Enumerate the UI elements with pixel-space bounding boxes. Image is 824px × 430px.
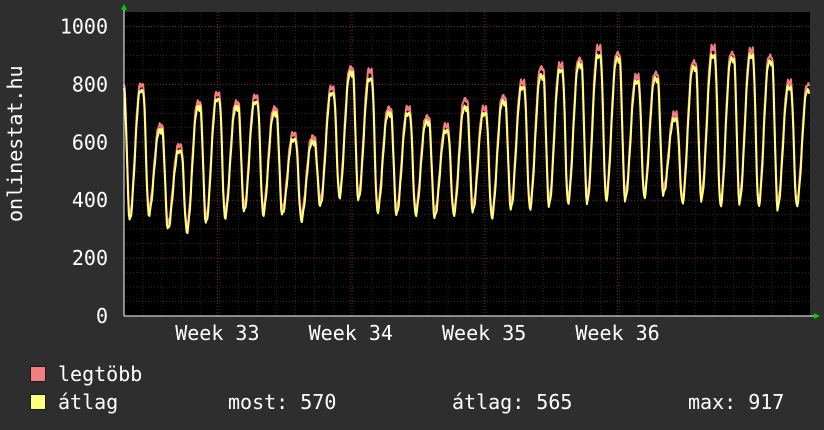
stat-maximum: max: 917 — [688, 390, 785, 414]
y-tick-label: 0 — [96, 304, 108, 328]
stat-average: átlag: 565 — [452, 390, 573, 414]
x-tick-label: Week 36 — [575, 321, 659, 345]
legend-label-max: legtöbb — [58, 362, 143, 386]
y-tick-label: 400 — [72, 188, 108, 212]
x-axis-arrow — [814, 313, 820, 319]
y-tick-label: 200 — [72, 246, 108, 270]
stat-current: most: 570 — [228, 390, 337, 414]
legend-swatch-max — [30, 366, 46, 382]
y-axis-arrow — [121, 4, 127, 10]
legend-item-avg: átlag — [30, 390, 118, 414]
y-tick-label: 600 — [72, 130, 108, 154]
legend-item-max: legtöbb — [30, 362, 142, 386]
legend-swatch-avg — [30, 394, 46, 410]
y-tick-label: 1000 — [60, 14, 108, 38]
x-tick-label: Week 35 — [442, 321, 526, 345]
y-axis-title: onlinestat.hu — [3, 65, 27, 222]
legend-label-avg: átlag — [58, 390, 119, 414]
y-tick-label: 800 — [72, 72, 108, 96]
x-tick-label: Week 34 — [309, 321, 393, 345]
x-tick-label: Week 33 — [175, 321, 259, 345]
